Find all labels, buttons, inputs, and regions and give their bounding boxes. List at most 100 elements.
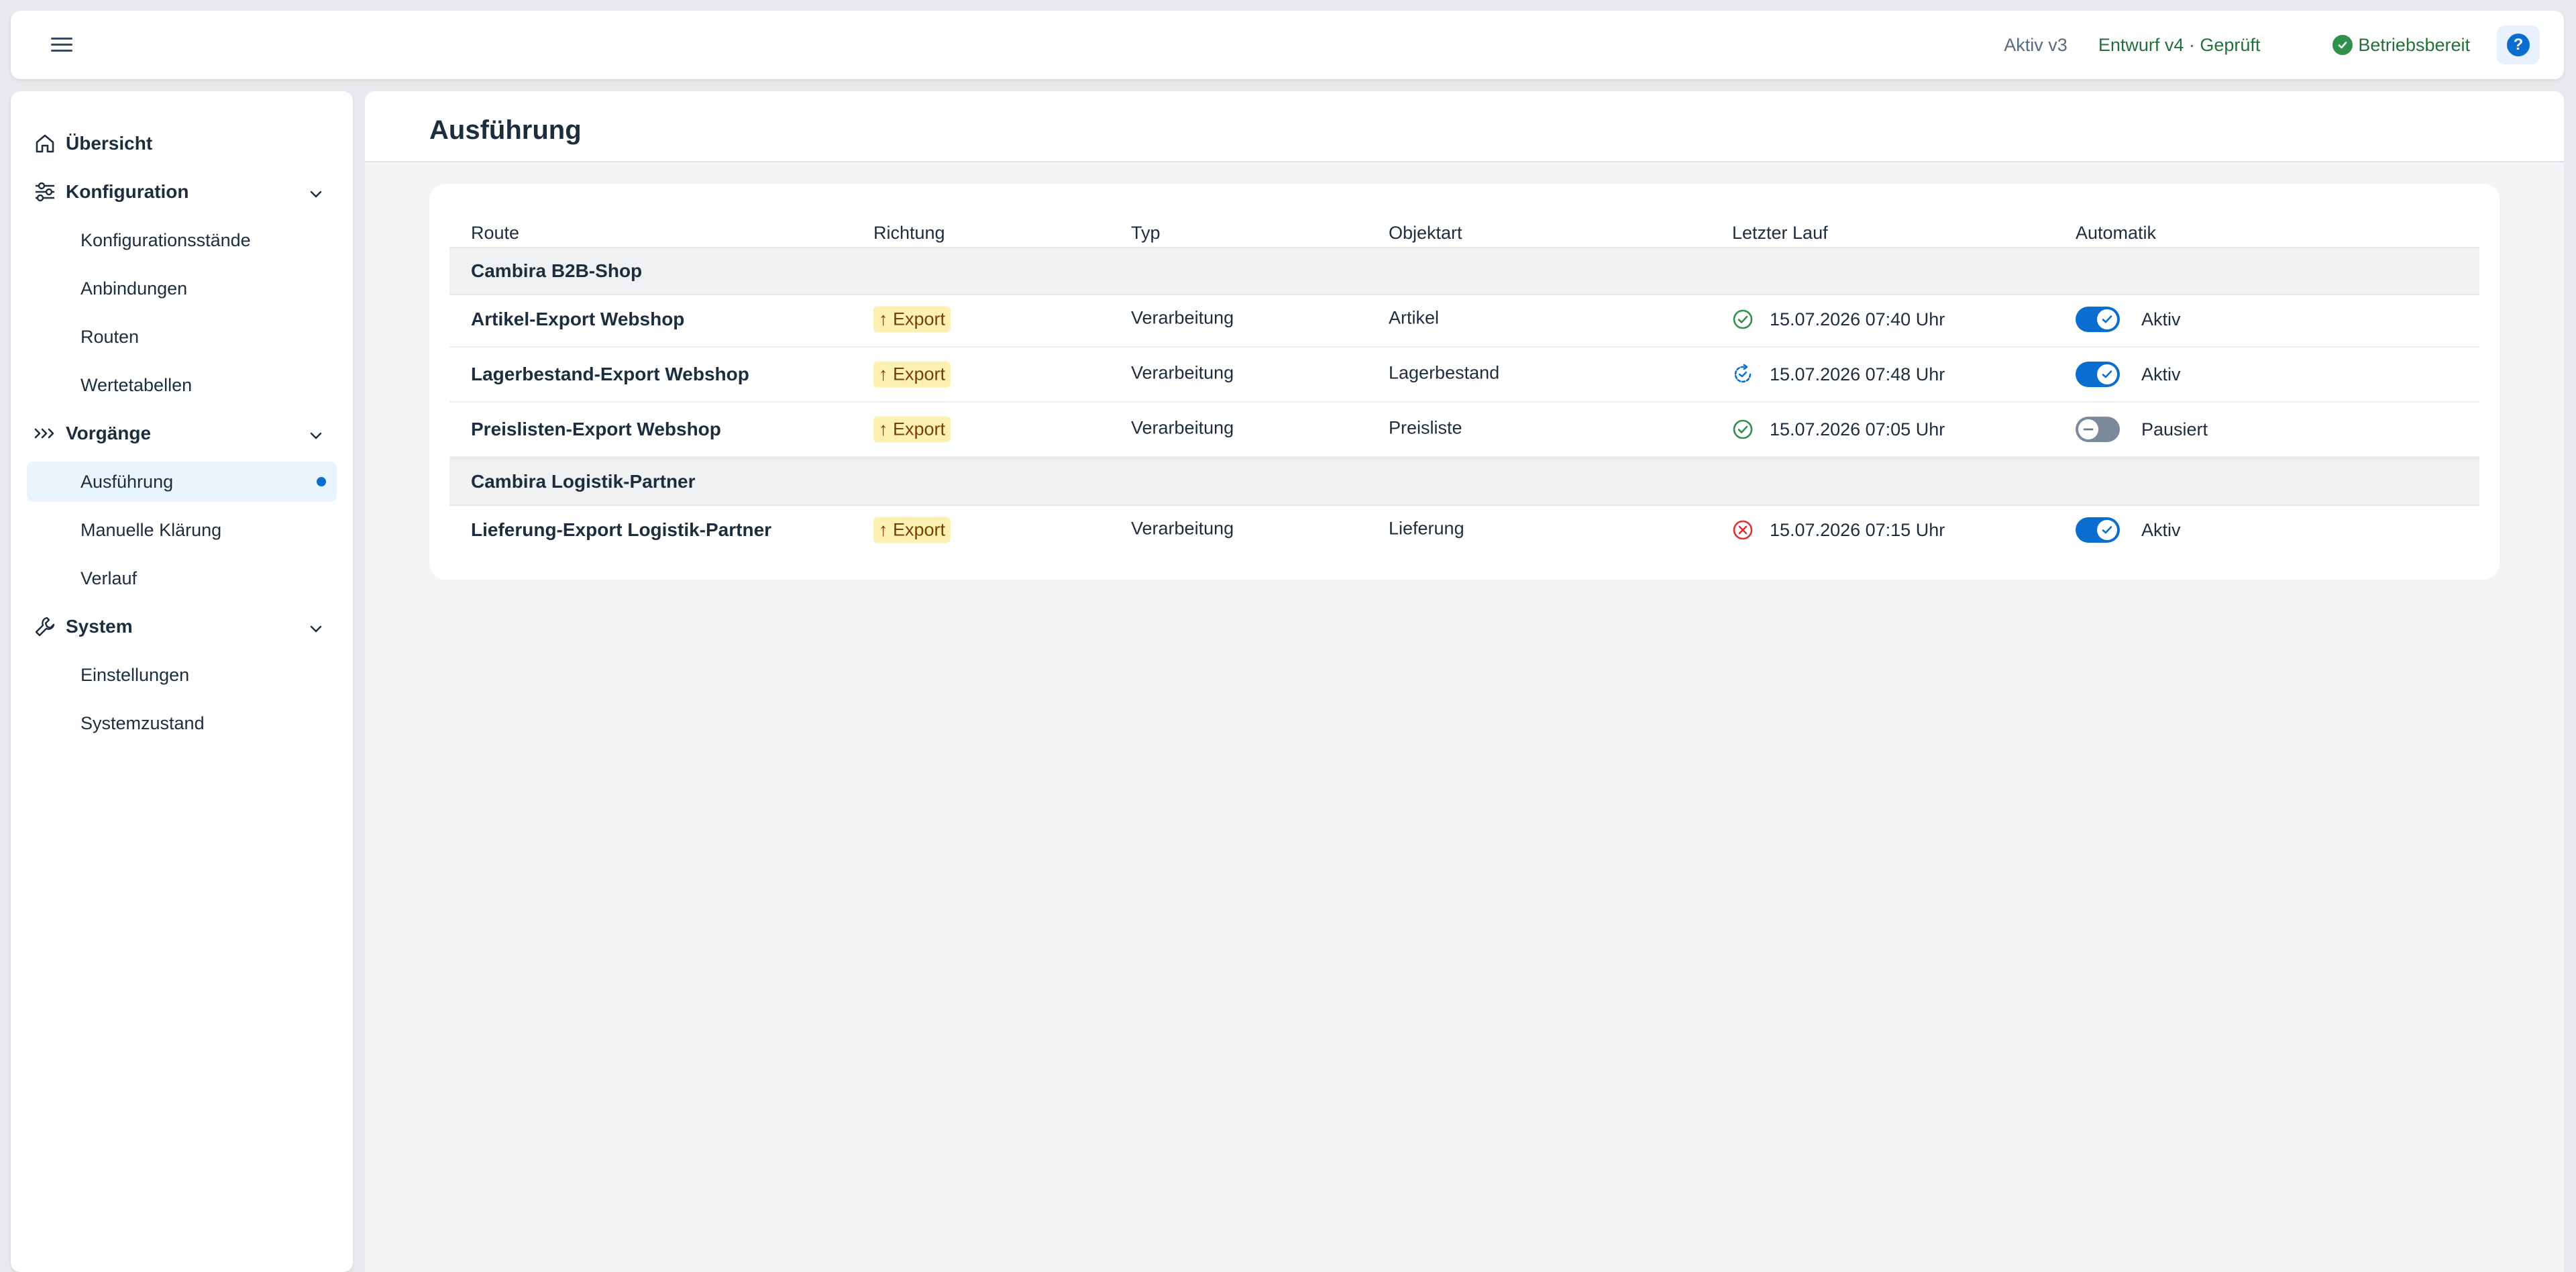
sidebar-item-system[interactable]: System bbox=[27, 606, 337, 647]
main-content: Ausführung Route Richtung Typ Objektart … bbox=[365, 91, 2564, 1272]
sidebar-item-verlauf[interactable]: Verlauf bbox=[27, 558, 337, 598]
direction-cell: ↑ Export bbox=[873, 361, 951, 388]
automatic-status-label: Aktiv bbox=[2141, 364, 2181, 384]
routes-table-card: Route Richtung Typ Objektart Letzter Lau… bbox=[429, 184, 2500, 580]
column-header-typ[interactable]: Typ bbox=[1131, 223, 1161, 244]
sidebar-item-routen[interactable]: Routen bbox=[27, 317, 337, 357]
sidebar-item-konfiguration[interactable]: Konfiguration bbox=[27, 172, 337, 212]
sidebar-item-anbindungen[interactable]: Anbindungen bbox=[27, 268, 337, 309]
page-header: Ausführung bbox=[365, 91, 2564, 162]
table-row[interactable]: Preislisten-Export Webshop ↑ Export Verarb… bbox=[449, 403, 2479, 458]
shell-bar: Aktiv v3 Entwurf v4 · Geprüft Betriebsbe… bbox=[11, 11, 2564, 79]
object-type-cell: Preisliste bbox=[1389, 417, 1462, 438]
automatic-toggle[interactable] bbox=[2076, 517, 2120, 543]
automatic-cell: Aktiv bbox=[2076, 362, 2181, 387]
automatic-toggle[interactable] bbox=[2076, 417, 2120, 442]
sidebar-item-label: Einstellungen bbox=[80, 664, 190, 685]
automatic-status-label: Aktiv bbox=[2141, 519, 2181, 540]
sidebar-item-systemzustand[interactable]: Systemzustand bbox=[27, 703, 337, 743]
help-button[interactable]: ? bbox=[2497, 25, 2540, 64]
type-cell: Verarbeitung bbox=[1131, 518, 1234, 539]
sidebar-item-label: System bbox=[66, 616, 133, 637]
home-icon bbox=[32, 131, 58, 156]
sidebar-item-konfigurationsstaende[interactable]: Konfigurationsstände bbox=[27, 220, 337, 260]
sidebar-item-label: Wertetabellen bbox=[80, 374, 193, 395]
automatic-toggle[interactable] bbox=[2076, 362, 2120, 387]
column-header-richtung[interactable]: Richtung bbox=[873, 223, 945, 244]
check-circle-icon bbox=[1732, 419, 1754, 440]
sidebar: Übersicht Konfiguration Konfigurationsst… bbox=[11, 91, 353, 1272]
direction-badge: ↑ Export bbox=[873, 306, 951, 333]
object-type-cell: Artikel bbox=[1389, 307, 1440, 328]
error-circle-icon bbox=[1732, 519, 1754, 541]
refresh-icon bbox=[1732, 364, 1754, 385]
table-row[interactable]: Lagerbestand-Export Webshop ↑ Export Verar… bbox=[449, 348, 2479, 403]
sidebar-item-uebersicht[interactable]: Übersicht bbox=[27, 123, 337, 164]
route-name[interactable]: Artikel-Export Webshop bbox=[471, 309, 684, 330]
sidebar-item-label: Ausführung bbox=[80, 471, 174, 492]
status-label: Betriebsbereit bbox=[2358, 34, 2470, 55]
table-row[interactable]: Artikel-Export Webshop ↑ Export Verarbeitu… bbox=[449, 293, 2479, 348]
column-header-automatik[interactable]: Automatik bbox=[2076, 223, 2156, 244]
sidebar-item-label: Manuelle Klärung bbox=[80, 519, 222, 540]
direction-badge: ↑ Export bbox=[873, 416, 951, 443]
sidebar-item-label: Anbindungen bbox=[80, 278, 188, 299]
sidebar-item-label: Übersicht bbox=[66, 133, 153, 154]
sidebar-item-label: Konfiguration bbox=[66, 181, 189, 202]
direction-badge: ↑ Export bbox=[873, 361, 951, 388]
sidebar-item-label: Verlauf bbox=[80, 568, 138, 588]
last-run-time: 15.07.2026 07:05 Uhr bbox=[1770, 419, 1945, 439]
object-type-cell: Lieferung bbox=[1389, 518, 1464, 539]
check-circle-icon bbox=[2332, 35, 2353, 55]
shell-status-area: Aktiv v3 Entwurf v4 · Geprüft Betriebsbe… bbox=[2004, 11, 2540, 79]
sidebar-item-label: Routen bbox=[80, 326, 140, 347]
sidebar-item-manuelle-klaerung[interactable]: Manuelle Klärung bbox=[27, 510, 337, 550]
column-header-route[interactable]: Route bbox=[471, 223, 519, 244]
chevron-down-icon[interactable] bbox=[309, 619, 323, 634]
sidebar-item-ausfuehrung[interactable]: Ausführung bbox=[27, 462, 337, 502]
last-run-time: 15.07.2026 07:48 Uhr bbox=[1770, 364, 1945, 384]
process-icon bbox=[32, 421, 58, 446]
type-cell: Verarbeitung bbox=[1131, 417, 1234, 438]
sidebar-item-label: Vorgänge bbox=[66, 423, 152, 443]
active-version-label: Aktiv v3 bbox=[2004, 34, 2068, 55]
direction-badge: ↑ Export bbox=[873, 517, 951, 543]
type-cell: Verarbeitung bbox=[1131, 307, 1234, 328]
last-run-time: 15.07.2026 07:15 Uhr bbox=[1770, 519, 1945, 540]
hamburger-menu-icon[interactable] bbox=[51, 36, 72, 54]
minus-icon bbox=[2078, 419, 2098, 439]
direction-cell: ↑ Export bbox=[873, 517, 951, 543]
draft-version-label: Entwurf v4 · Geprüft bbox=[2098, 34, 2261, 55]
type-cell: Verarbeitung bbox=[1131, 362, 1234, 383]
column-header-letzter-lauf[interactable]: Letzter Lauf bbox=[1732, 223, 1828, 244]
sidebar-item-einstellungen[interactable]: Einstellungen bbox=[27, 655, 337, 695]
table-row[interactable]: Lieferung-Export Logistik-Partner ↑ Expor… bbox=[449, 503, 2479, 557]
check-circle-icon bbox=[1732, 309, 1754, 330]
column-header-objektart[interactable]: Objektart bbox=[1389, 223, 1462, 244]
status-indicator: Betriebsbereit bbox=[2332, 35, 2470, 56]
route-name[interactable]: Lagerbestand-Export Webshop bbox=[471, 364, 749, 385]
last-run-cell: 15.07.2026 07:40 Uhr bbox=[1732, 309, 1945, 330]
page-title: Ausführung bbox=[429, 115, 582, 145]
selected-indicator-dot bbox=[317, 477, 326, 486]
group-row: Cambira Logistik-Partner bbox=[449, 458, 2479, 506]
automatic-status-label: Pausiert bbox=[2141, 419, 2208, 439]
sidebar-item-wertetabellen[interactable]: Wertetabellen bbox=[27, 365, 337, 405]
chevron-down-icon[interactable] bbox=[309, 426, 323, 441]
route-name[interactable]: Lieferung-Export Logistik-Partner bbox=[471, 519, 771, 541]
check-icon bbox=[2097, 309, 2117, 329]
direction-cell: ↑ Export bbox=[873, 306, 951, 333]
last-run-time: 15.07.2026 07:40 Uhr bbox=[1770, 309, 1945, 329]
sidebar-item-label: Systemzustand bbox=[80, 712, 205, 733]
object-type-cell: Lagerbestand bbox=[1389, 362, 1500, 383]
check-icon bbox=[2097, 520, 2117, 540]
direction-cell: ↑ Export bbox=[873, 416, 951, 443]
automatic-toggle[interactable] bbox=[2076, 307, 2120, 332]
chevron-down-icon[interactable] bbox=[309, 184, 323, 199]
group-row: Cambira B2B-Shop bbox=[449, 247, 2479, 295]
check-icon bbox=[2097, 364, 2117, 384]
automatic-cell: Pausiert bbox=[2076, 417, 2208, 442]
route-name[interactable]: Preislisten-Export Webshop bbox=[471, 419, 721, 440]
sidebar-item-vorgaenge[interactable]: Vorgänge bbox=[27, 413, 337, 454]
automatic-status-label: Aktiv bbox=[2141, 309, 2181, 329]
